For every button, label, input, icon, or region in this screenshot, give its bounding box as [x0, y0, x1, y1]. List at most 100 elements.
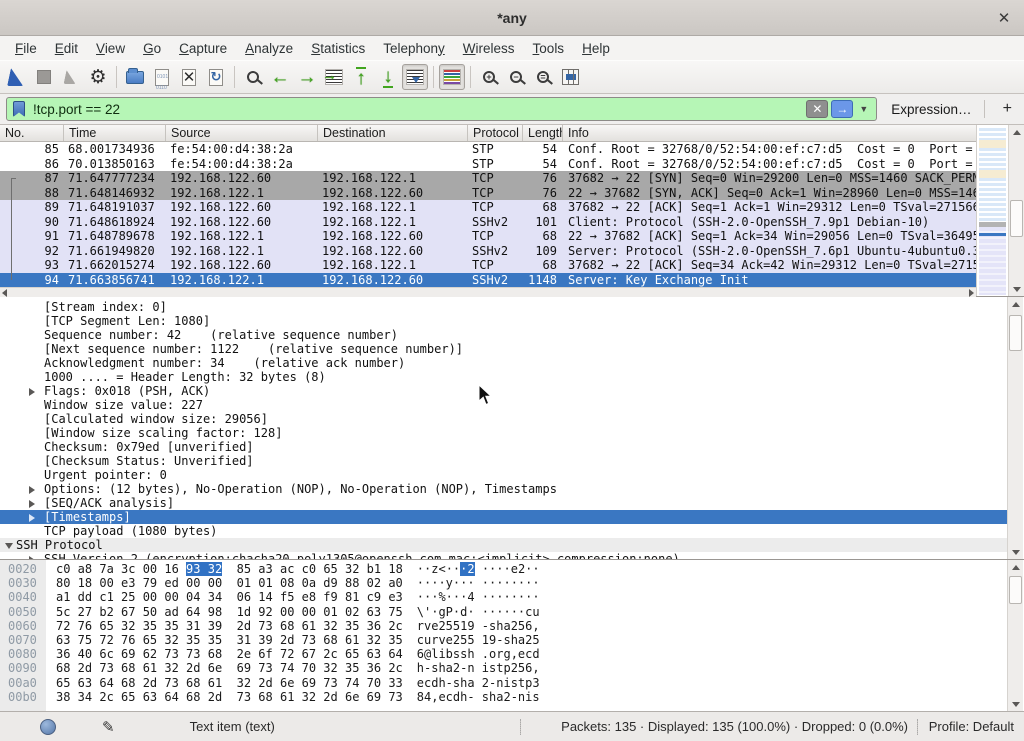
menu-tools[interactable]: Tools: [524, 39, 574, 58]
detail-row-ssh-protocol[interactable]: SSH Protocol: [0, 538, 1007, 552]
col-header-destination[interactable]: Destination: [318, 125, 468, 141]
file-reload-button[interactable]: ↻: [203, 64, 229, 90]
col-header-time[interactable]: Time: [64, 125, 166, 141]
intelligent-scrollbar-minimap[interactable]: [976, 125, 1008, 296]
detail-row[interactable]: 1000 .... = Header Length: 32 bytes (8): [0, 370, 1007, 384]
scroll-down-icon[interactable]: [1009, 282, 1024, 296]
menu-telephony[interactable]: Telephony: [374, 39, 454, 58]
hex-vscrollbar[interactable]: [1007, 560, 1023, 711]
detail-row[interactable]: Urgent pointer: 0: [0, 468, 1007, 482]
detail-row[interactable]: Window size value: 227: [0, 398, 1007, 412]
scroll-down-icon[interactable]: [1008, 545, 1023, 559]
go-to-packet-button[interactable]: →: [321, 64, 347, 90]
go-previous-button[interactable]: ←: [267, 64, 293, 90]
packet-row-87[interactable]: 8771.647777234192.168.122.60192.168.122.…: [0, 171, 976, 186]
resize-columns-button[interactable]: [557, 64, 583, 90]
detail-row[interactable]: TCP payload (1080 bytes): [0, 524, 1007, 538]
zoom-normal-button[interactable]: =: [530, 64, 556, 90]
hex-row[interactable]: 006072 76 65 32 35 35 31 39 2d 73 68 61 …: [0, 619, 1007, 633]
filter-input[interactable]: !tcp.port == 22: [33, 102, 803, 117]
expert-info-icon[interactable]: [40, 719, 56, 735]
detail-row[interactable]: [Checksum Status: Unverified]: [0, 454, 1007, 468]
scrollbar-thumb[interactable]: [1010, 200, 1023, 237]
packet-row-91[interactable]: 9171.648789678192.168.122.1192.168.122.6…: [0, 229, 976, 244]
detail-row[interactable]: [Next sequence number: 1122 (relative se…: [0, 342, 1007, 356]
hex-row[interactable]: 0020c0 a8 7a 3c 00 16 93 32 85 a3 ac c0 …: [0, 562, 1007, 576]
auto-scroll-toggle[interactable]: [402, 64, 428, 90]
expand-arrow-icon[interactable]: [29, 500, 35, 508]
add-filter-button[interactable]: +: [997, 100, 1018, 118]
capture-comment-icon[interactable]: ✎: [102, 718, 115, 736]
hex-row[interactable]: 0040a1 dd c1 25 00 00 04 34 06 14 f5 e8 …: [0, 590, 1007, 604]
packet-list-vscrollbar[interactable]: [1008, 125, 1024, 296]
packet-row-90[interactable]: 9071.648618924192.168.122.60192.168.122.…: [0, 215, 976, 230]
hex-row[interactable]: 00b038 34 2c 65 63 64 68 2d 73 68 61 32 …: [0, 690, 1007, 704]
go-next-button[interactable]: →: [294, 64, 320, 90]
expand-arrow-icon[interactable]: [29, 514, 35, 522]
capture-options-button[interactable]: ⚙: [85, 64, 111, 90]
packet-row-88[interactable]: 8871.648146932192.168.122.1192.168.122.6…: [0, 186, 976, 201]
detail-row-flags[interactable]: Flags: 0x018 (PSH, ACK): [0, 384, 1007, 398]
packet-row-92[interactable]: 9271.661949820192.168.122.1192.168.122.6…: [0, 244, 976, 259]
filter-dropdown-icon[interactable]: ▼: [859, 104, 868, 114]
menu-go[interactable]: Go: [134, 39, 170, 58]
scroll-up-icon[interactable]: [1009, 125, 1024, 139]
close-icon[interactable]: ✕: [994, 8, 1014, 28]
col-header-info[interactable]: Info: [563, 125, 976, 141]
file-open-button[interactable]: [122, 64, 148, 90]
expression-button[interactable]: Expression…: [891, 102, 971, 117]
scroll-down-icon[interactable]: [1008, 697, 1023, 711]
packet-row-89[interactable]: 8971.648191037192.168.122.60192.168.122.…: [0, 200, 976, 215]
scroll-up-icon[interactable]: [1008, 560, 1023, 574]
packet-row-94-selected[interactable]: 9471.663856741192.168.122.1192.168.122.6…: [0, 273, 976, 288]
expand-arrow-icon[interactable]: [29, 388, 35, 396]
menu-analyze[interactable]: Analyze: [236, 39, 302, 58]
capture-restart-button[interactable]: [58, 64, 84, 90]
go-first-button[interactable]: ↑: [348, 64, 374, 90]
zoom-out-button[interactable]: −: [503, 64, 529, 90]
filter-apply-button[interactable]: →: [831, 100, 853, 118]
display-filter-field[interactable]: !tcp.port == 22 ✕ → ▼: [6, 97, 877, 121]
packet-row-85[interactable]: 8568.001734936fe:54:00:d4:38:2aSTP54Conf…: [0, 142, 976, 157]
go-last-button[interactable]: ↓: [375, 64, 401, 90]
col-header-protocol[interactable]: Protocol: [468, 125, 523, 141]
menu-edit[interactable]: Edit: [46, 39, 87, 58]
detail-row-ssh-version[interactable]: SSH Version 2 (encryption:chacha20-poly1…: [0, 552, 1007, 559]
scroll-up-icon[interactable]: [1008, 297, 1023, 311]
detail-row[interactable]: [Stream index: 0]: [0, 300, 1007, 314]
expand-arrow-icon[interactable]: [29, 486, 35, 494]
scrollbar-thumb[interactable]: [1009, 315, 1022, 351]
detail-row[interactable]: [Window size scaling factor: 128]: [0, 426, 1007, 440]
find-packet-button[interactable]: [240, 64, 266, 90]
hex-row[interactable]: 008036 40 6c 69 62 73 73 68 2e 6f 72 67 …: [0, 647, 1007, 661]
file-save-button[interactable]: 01010110: [149, 64, 175, 90]
filter-clear-button[interactable]: ✕: [806, 100, 828, 118]
hex-row[interactable]: 00505c 27 b2 67 50 ad 64 98 1d 92 00 00 …: [0, 605, 1007, 619]
detail-row[interactable]: Checksum: 0x79ed [unverified]: [0, 440, 1007, 454]
capture-stop-button[interactable]: [31, 64, 57, 90]
detail-row-options[interactable]: Options: (12 bytes), No-Operation (NOP),…: [0, 482, 1007, 496]
detail-row[interactable]: Acknowledgment number: 34 (relative ack …: [0, 356, 1007, 370]
detail-row[interactable]: [TCP Segment Len: 1080]: [0, 314, 1007, 328]
bookmark-icon[interactable]: [13, 101, 25, 117]
expand-arrow-icon[interactable]: [29, 556, 35, 559]
details-vscrollbar[interactable]: [1007, 297, 1023, 559]
hex-row[interactable]: 00a065 63 64 68 2d 73 68 61 32 2d 6e 69 …: [0, 676, 1007, 690]
packet-row-93[interactable]: 9371.662015274192.168.122.60192.168.122.…: [0, 258, 976, 273]
col-header-length[interactable]: Length: [523, 125, 563, 141]
collapse-arrow-icon[interactable]: [5, 543, 13, 549]
menu-file[interactable]: File: [6, 39, 46, 58]
colorize-toggle[interactable]: [439, 64, 465, 90]
col-header-source[interactable]: Source: [166, 125, 318, 141]
menu-capture[interactable]: Capture: [170, 39, 236, 58]
detail-row[interactable]: [Calculated window size: 29056]: [0, 412, 1007, 426]
hex-row[interactable]: 009068 2d 73 68 61 32 2d 6e 69 73 74 70 …: [0, 661, 1007, 675]
file-close-button[interactable]: ✕: [176, 64, 202, 90]
zoom-in-button[interactable]: +: [476, 64, 502, 90]
scroll-right-icon[interactable]: [969, 289, 974, 297]
scroll-left-icon[interactable]: [2, 289, 7, 297]
profile-button[interactable]: Profile: Default: [929, 719, 1014, 734]
packet-list-hscrollbar[interactable]: [0, 287, 976, 297]
packet-row-86[interactable]: 8670.013850163fe:54:00:d4:38:2aSTP54Conf…: [0, 157, 976, 172]
scrollbar-thumb[interactable]: [1009, 576, 1022, 604]
